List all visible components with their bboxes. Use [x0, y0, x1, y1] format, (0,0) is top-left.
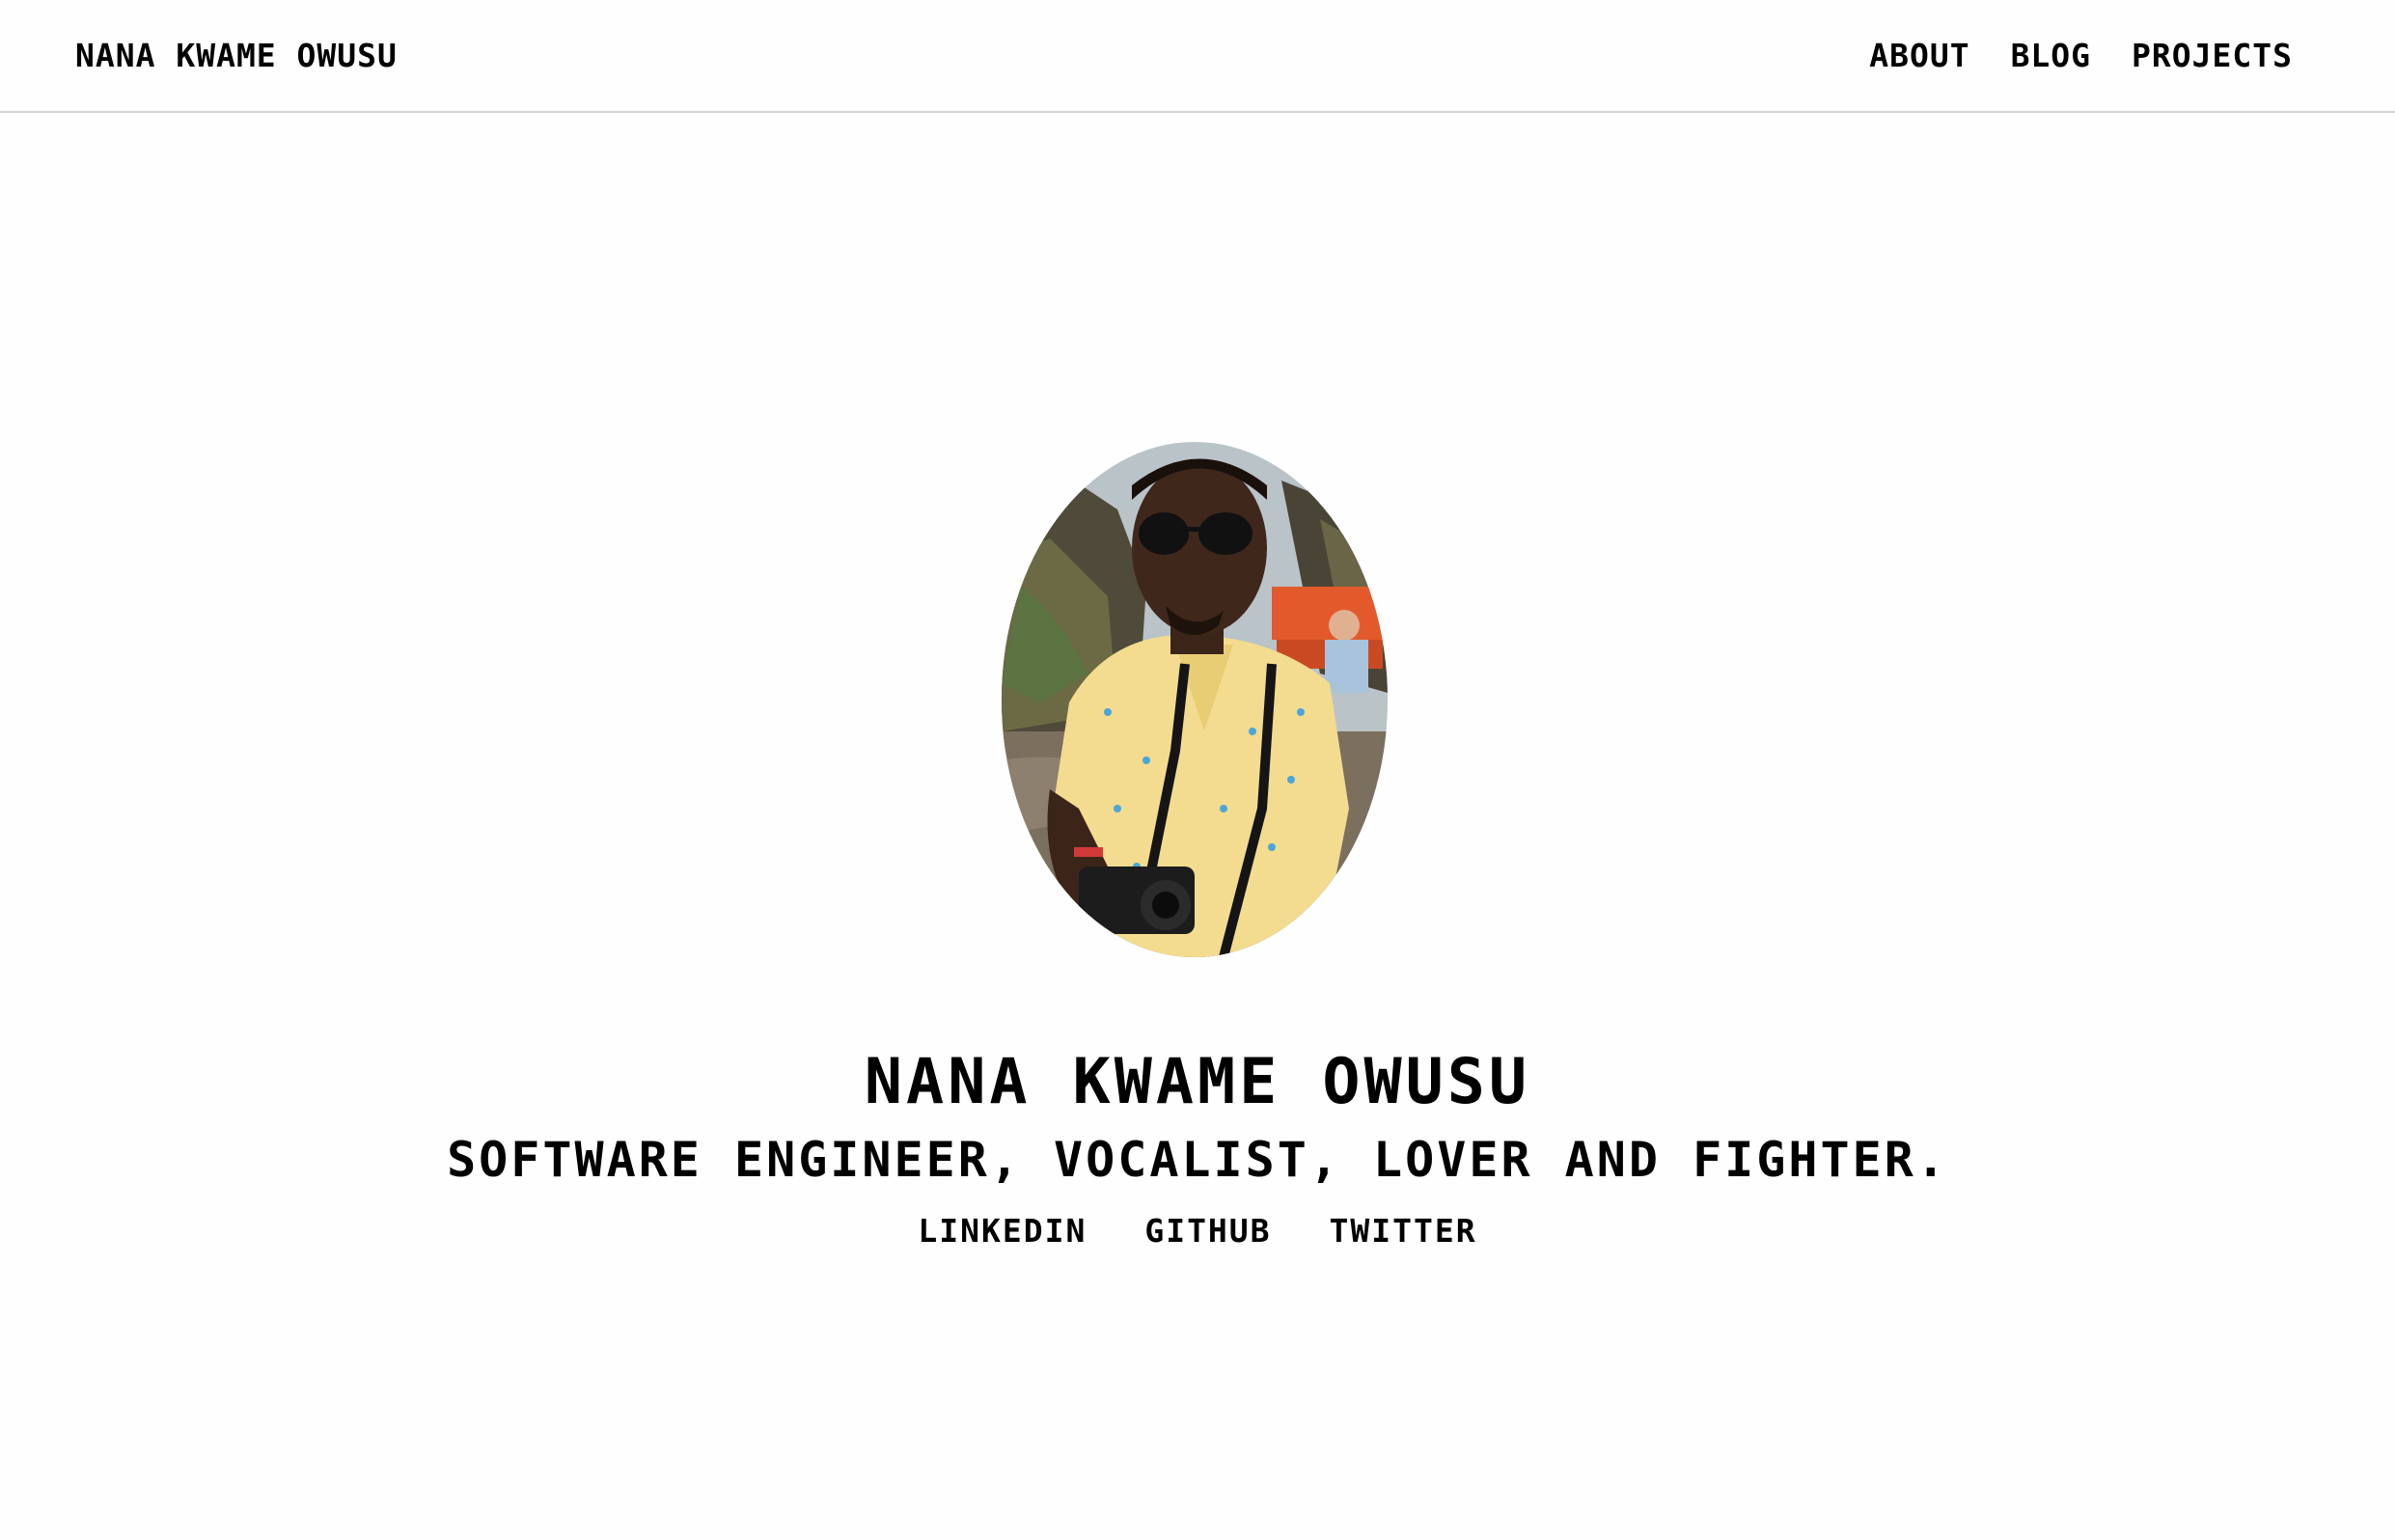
nav-link-blog[interactable]: BLOG	[2011, 37, 2091, 74]
twitter-link[interactable]: TWITTER	[1330, 1212, 1477, 1250]
profile-photo-illustration	[1002, 442, 1388, 957]
site-header: NANA KWAME OWUSU ABOUT BLOG PROJECTS	[0, 0, 2395, 113]
tagline: SOFTWARE ENGINEER, VOCALIST, LOVER AND F…	[447, 1131, 1948, 1188]
main-nav: ABOUT BLOG PROJECTS	[1869, 37, 2293, 74]
nav-link-projects[interactable]: PROJECTS	[2132, 37, 2293, 74]
profile-photo	[1002, 442, 1388, 957]
linkedin-link[interactable]: LINKEDIN	[918, 1212, 1087, 1250]
hero-name: NANA KWAME OWUSU	[864, 1045, 1531, 1118]
github-link[interactable]: GITHUB	[1144, 1212, 1271, 1250]
brand-link[interactable]: NANA KWAME OWUSU	[75, 37, 398, 74]
nav-link-about[interactable]: ABOUT	[1869, 37, 1969, 74]
social-links: LINKEDIN GITHUB TWITTER	[0, 1212, 2395, 1250]
